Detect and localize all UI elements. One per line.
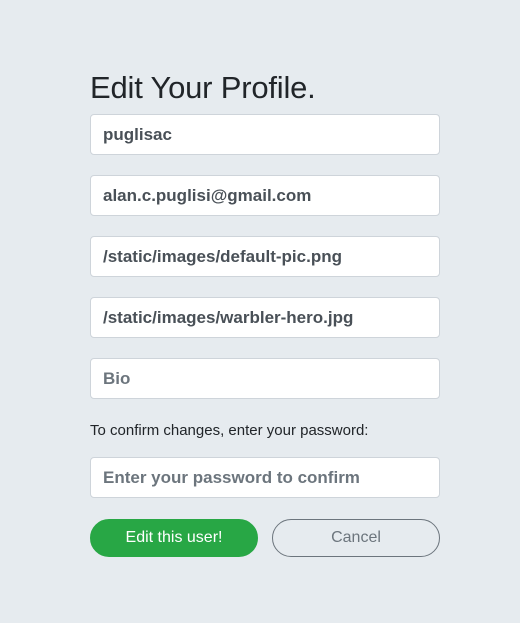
bio-input[interactable] <box>90 358 440 399</box>
image-url-input[interactable] <box>90 236 440 277</box>
confirm-password-label: To confirm changes, enter your password: <box>90 422 369 439</box>
edit-profile-form: Edit Your Profile. To confirm changes, e… <box>90 68 440 557</box>
password-input[interactable] <box>90 457 440 498</box>
cancel-button[interactable]: Cancel <box>272 519 440 557</box>
page-title: Edit Your Profile. <box>90 70 316 105</box>
form-actions: Edit this user! Cancel <box>90 519 440 557</box>
header-image-url-input[interactable] <box>90 297 440 338</box>
email-input[interactable] <box>90 175 440 216</box>
username-input[interactable] <box>90 114 440 155</box>
edit-user-button[interactable]: Edit this user! <box>90 519 258 557</box>
